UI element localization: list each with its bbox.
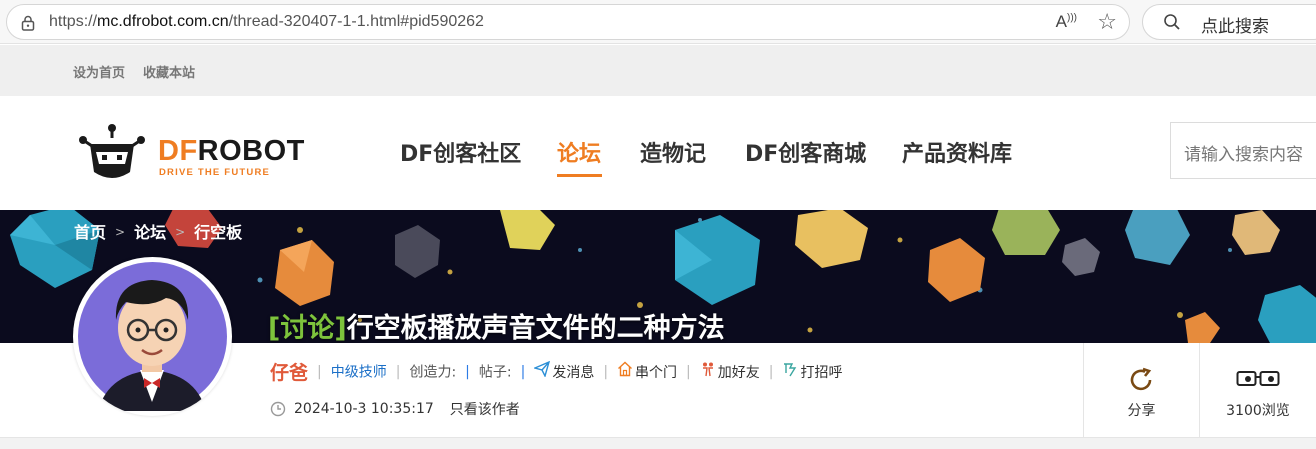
search-icon [1164,14,1180,30]
share-label: 分享 [1127,403,1156,419]
send-message-label: 发消息 [552,365,595,381]
robot-logo-icon [79,124,145,178]
add-friend-link[interactable]: 加好友 [700,362,760,381]
posts-value-bar: | [520,363,526,380]
divider: | [395,363,401,380]
author-info-row: 仔爸 | 中级技师 | 创造力: | 帖子: | 发消息 | 串个门 | 加好友 | 打招呼 [270,358,842,385]
thread-title: [讨论]行空板播放声音文件的二种方法 [268,306,725,343]
divider: | [768,363,774,380]
dfrobot-logo[interactable]: DFROBOT DRIVE THE FUTURE [78,122,338,186]
set-homepage-link[interactable]: 设为首页 [73,62,125,81]
browser-search-box[interactable]: 点此搜索 [1142,4,1316,40]
browser-search-placeholder: 点此搜索 [1201,17,1269,37]
read-aloud-icon[interactable]: A))) [1056,12,1077,32]
nav-df-shop[interactable]: DF创客商城 [745,136,866,168]
author-avatar[interactable] [73,257,232,416]
only-author-link[interactable]: 只看该作者 [450,402,520,418]
visit-home-link[interactable]: 串个门 [617,361,678,381]
breadcrumb-board[interactable]: 行空板 [194,223,242,242]
thread-title-text: 行空板播放声音文件的二种方法 [346,313,725,343]
nav-df-community[interactable]: DF创客社区 [400,136,521,168]
logo-tagline: DRIVE THE FUTURE [159,167,271,178]
post-time: 2024-10-3 10:35:17 [294,401,434,417]
send-message-link[interactable]: 发消息 [534,361,595,381]
creativity-label: 创造力: [409,364,457,381]
url-path: /thread-320407-1-1.html#pid590262 [228,13,484,30]
bookmark-site-link[interactable]: 收藏本站 [143,62,195,81]
divider: | [603,363,609,380]
lock-icon[interactable] [19,14,37,32]
share-icon [1130,367,1151,391]
url-host: mc.dfrobot.com.cn [97,13,229,30]
add-friend-label: 加好友 [717,365,760,381]
glasses-icon [1236,371,1280,386]
content-divider [0,438,1316,449]
nav-active-underline [557,174,602,177]
wave-hand-icon [784,363,797,377]
post-meta-row: 2024-10-3 10:35:17 只看该作者 [270,399,520,419]
thread-tag[interactable]: [讨论] [268,313,347,343]
nav-forum[interactable]: 论坛 [557,136,601,168]
divider: | [686,363,691,380]
avatar-image [78,262,227,411]
views-label: 3100浏览 [1226,403,1290,419]
site-header: DFROBOT DRIVE THE FUTURE DF创客社区 论坛 造物记 D… [0,96,1316,210]
add-friend-icon [702,362,713,377]
browser-toolbar: https://mc.dfrobot.com.cn/thread-320407-… [0,0,1316,44]
url-text[interactable]: https://mc.dfrobot.com.cn/thread-320407-… [49,13,484,31]
nav-zaowuji[interactable]: 造物记 [640,136,706,168]
views-counter: 3100浏览 [1199,343,1316,437]
breadcrumb-home[interactable]: 首页 [74,223,106,242]
logo-wordmark: DFROBOT [158,135,305,168]
author-name[interactable]: 仔爸 [270,362,308,384]
greet-label: 打招呼 [800,365,843,381]
breadcrumb: 首页 > 论坛 > 行空板 [74,219,242,243]
paper-plane-icon [534,361,551,377]
creativity-value-bar: | [465,363,470,380]
divider: | [317,363,322,380]
author-level[interactable]: 中级技师 [331,365,387,381]
breadcrumb-separator: > [115,225,126,239]
visit-home-label: 串个门 [635,365,678,381]
breadcrumb-separator: > [175,225,186,239]
breadcrumb-forum[interactable]: 论坛 [134,223,166,242]
share-button[interactable]: 分享 [1083,343,1199,437]
nav-product-docs[interactable]: 产品资料库 [902,136,1012,168]
top-strip: 设为首页 收藏本站 [0,45,1316,96]
site-search-input[interactable]: 请输入搜索内容 [1170,122,1316,179]
greet-link[interactable]: 打招呼 [782,363,843,381]
logo-df: DF [158,135,198,167]
posts-label: 帖子: [478,364,512,381]
house-icon [618,361,633,377]
site-search-placeholder: 请输入搜索内容 [1184,145,1303,165]
clock-icon [270,401,286,417]
address-bar[interactable]: https://mc.dfrobot.com.cn/thread-320407-… [6,4,1130,40]
url-prefix: https:// [49,13,98,30]
star-icon[interactable]: ☆ [1097,10,1117,35]
logo-robot: ROBOT [197,135,305,167]
